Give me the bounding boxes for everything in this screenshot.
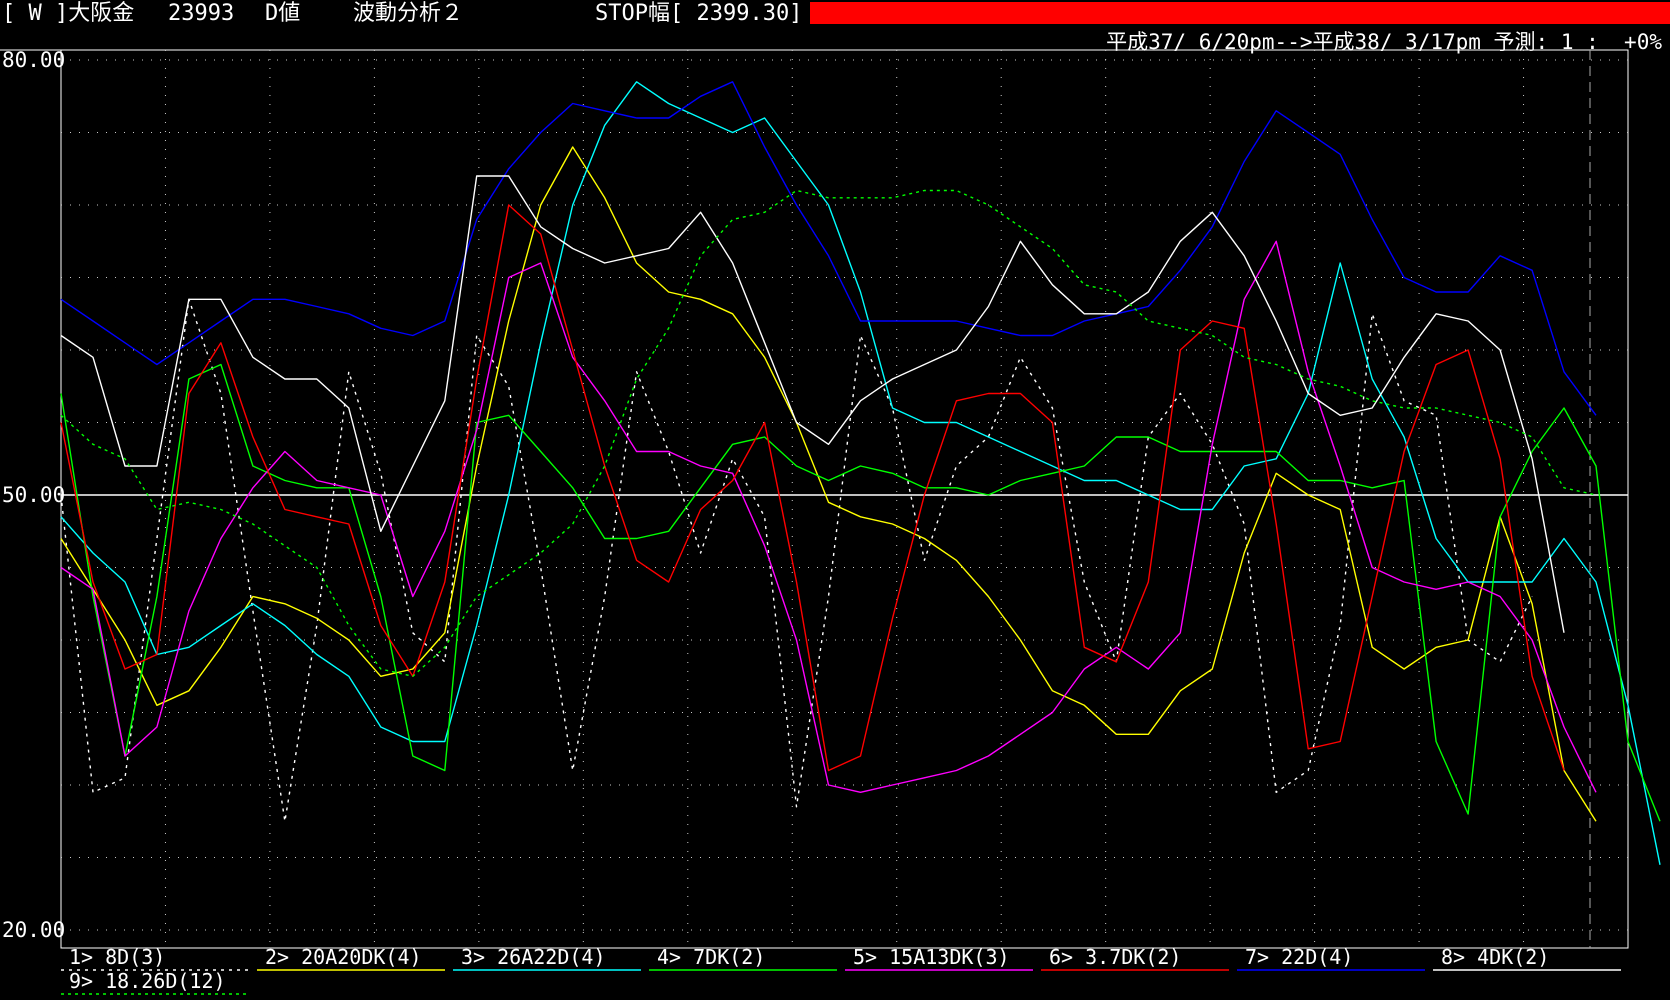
series-line-4 — [60, 363, 1661, 822]
legend-label-7: 7> 22D(4) — [1245, 945, 1353, 969]
series-line-6 — [60, 204, 1565, 772]
y-tick-label: 80.00 — [2, 48, 65, 72]
series-line-5 — [60, 240, 1597, 793]
legend-label-9: 9> 18.26D(12) — [69, 969, 226, 993]
legend-label-5: 5> 15A13DK(3) — [853, 945, 1010, 969]
series-line-7 — [60, 81, 1597, 416]
series-line-8 — [60, 175, 1565, 633]
series-line-3 — [60, 81, 1661, 865]
legend-label-4: 4> 7DK(2) — [657, 945, 765, 969]
legend-label-3: 3> 26A22D(4) — [461, 945, 606, 969]
legend-label-8: 8> 4DK(2) — [1441, 945, 1549, 969]
y-tick-label: 50.00 — [2, 483, 65, 507]
legend-label-6: 6> 3.7DK(2) — [1049, 945, 1181, 969]
series-line-2 — [60, 146, 1597, 822]
legend-label-1: 1> 8D(3) — [69, 945, 165, 969]
y-tick-label: 20.00 — [2, 918, 65, 942]
wave-analysis-chart: 80.00 50.00 20.001> 8D(3) 2> 20A20DK(4) 3> 2… — [0, 48, 1661, 995]
series-line-9 — [60, 189, 1597, 677]
legend-label-2: 2> 20A20DK(4) — [265, 945, 422, 969]
